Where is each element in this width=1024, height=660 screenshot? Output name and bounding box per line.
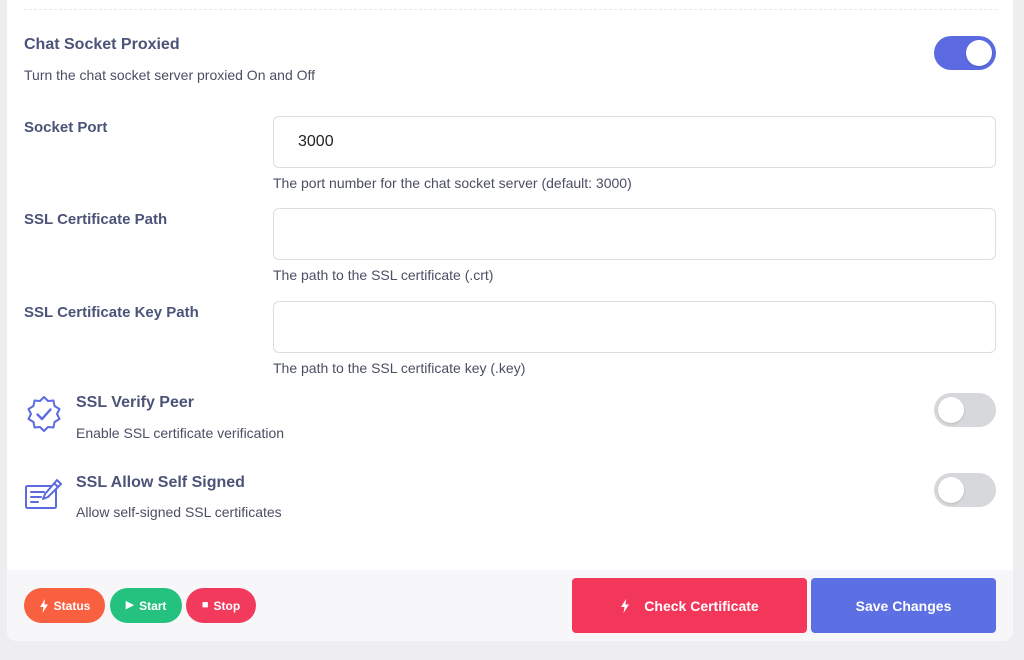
ssl-verify-peer-description: Enable SSL certificate verification [76,425,285,441]
check-certificate-label: Check Certificate [644,597,759,614]
socket-port-input[interactable] [273,116,996,168]
socket-port-label: Socket Port [24,119,108,136]
status-button[interactable]: Status [24,588,105,623]
chat-socket-description: Turn the chat socket server proxied On a… [24,67,316,83]
ssl-allow-self-signed-title: SSL Allow Self Signed [76,474,245,491]
ssl-allow-self-signed-toggle[interactable] [934,473,996,507]
stop-icon: ■ [201,599,209,611]
check-certificate-button[interactable]: Check Certificate [572,578,807,633]
action-footer: Status ▶ Start ■ Stop Check Certificate … [7,570,1013,641]
ssl-cert-key-path-input[interactable] [273,301,996,353]
stop-button-label: Stop [213,598,241,613]
ssl-cert-key-path-hint: The path to the SSL certificate key (.ke… [273,360,526,376]
toggle-knob [966,40,992,66]
bolt-icon [39,598,48,613]
status-button-label: Status [53,598,91,613]
chat-socket-title: Chat Socket Proxied [24,36,180,53]
socket-port-hint: The port number for the chat socket serv… [273,175,632,191]
section-divider [24,9,997,10]
settings-card: Chat Socket Proxied Turn the chat socket… [7,0,1013,641]
ssl-allow-self-signed-description: Allow self-signed SSL certificates [76,504,282,520]
ssl-cert-path-hint: The path to the SSL certificate (.crt) [273,267,494,283]
ssl-verify-peer-title: SSL Verify Peer [76,394,194,411]
badge-check-icon [27,396,61,432]
certificate-sign-icon [25,479,62,509]
start-button[interactable]: ▶ Start [110,588,182,623]
bolt-icon [621,598,630,613]
chat-socket-toggle[interactable] [934,36,996,70]
toggle-knob [938,397,964,423]
ssl-cert-key-path-label: SSL Certificate Key Path [24,304,199,321]
save-changes-button[interactable]: Save Changes [811,578,996,633]
toggle-knob [938,477,964,503]
ssl-verify-peer-toggle[interactable] [934,393,996,427]
play-icon: ▶ [125,599,135,611]
ssl-cert-path-label: SSL Certificate Path [24,211,168,228]
ssl-cert-path-input[interactable] [273,208,996,260]
start-button-label: Start [139,598,167,613]
stop-button[interactable]: ■ Stop [186,588,256,623]
save-changes-label: Save Changes [855,597,952,614]
